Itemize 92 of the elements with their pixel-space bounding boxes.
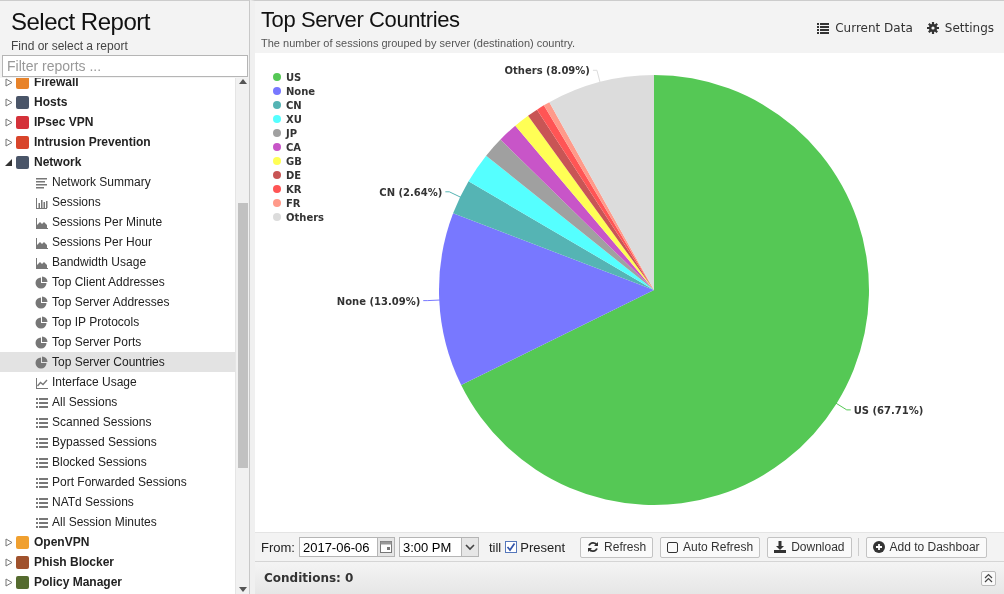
time-field[interactable]: 3:00 PM	[398, 537, 461, 557]
settings-icon	[926, 22, 939, 34]
panel-subtitle: Find or select a report	[11, 39, 128, 53]
legend-label[interactable]: JP	[286, 128, 298, 139]
list-icon	[817, 22, 830, 34]
legend-label[interactable]: CA	[286, 142, 302, 153]
area-chart-icon	[35, 235, 48, 249]
header-button[interactable]: Current Data	[817, 21, 913, 35]
add-icon	[872, 541, 885, 553]
tree-group[interactable]: Firewall	[0, 78, 235, 92]
tree-item[interactable]: Bypassed Sessions	[0, 432, 235, 452]
area-chart-icon	[35, 255, 48, 269]
tree-item[interactable]: Top Server Ports	[0, 332, 235, 352]
pie-chart-icon	[35, 295, 48, 309]
toolbar-button[interactable]: Add to Dashboar	[865, 536, 987, 558]
pie-chart-icon	[35, 335, 48, 349]
tree-item[interactable]: Top Client Addresses	[0, 272, 235, 292]
header-button[interactable]: Settings	[926, 21, 994, 35]
tree-group[interactable]: Phish Blocker	[0, 552, 235, 572]
legend-label[interactable]: GB	[286, 156, 302, 167]
tree-item[interactable]: Blocked Sessions	[0, 452, 235, 472]
tree-item[interactable]: Scanned Sessions	[0, 412, 235, 432]
report-description: The number of sessions grouped by server (destination) country.	[261, 37, 576, 49]
list-icon	[35, 415, 48, 429]
report-title: Top Server Countries	[261, 7, 461, 33]
legend-label[interactable]: XU	[286, 114, 302, 125]
conditions-label: Conditions: 0	[264, 571, 354, 585]
legend-label[interactable]: KR	[286, 184, 302, 195]
pie-chart-icon	[35, 355, 48, 369]
toolbar-button[interactable]: Download	[767, 536, 852, 558]
tree-item[interactable]: Top Server Countries	[0, 352, 235, 372]
toolbar-button[interactable]: Refresh	[580, 536, 654, 558]
tree-item[interactable]: Top IP Protocols	[0, 312, 235, 332]
scrollbar[interactable]	[235, 78, 249, 594]
panel-title: Select Report	[11, 8, 150, 36]
tree-item[interactable]: Sessions Per Minute	[0, 212, 235, 232]
legend-label[interactable]: US	[286, 72, 302, 83]
slice-label: None (13.09%)	[336, 295, 421, 307]
tree-group[interactable]: Network	[0, 152, 235, 172]
leader-line	[834, 402, 852, 411]
list-icon	[35, 395, 48, 409]
checkbox-label: Present	[520, 539, 566, 555]
tree-group[interactable]: OpenVPN	[0, 532, 235, 552]
double-chevron-icon	[984, 573, 993, 583]
calendar-icon	[379, 541, 392, 553]
refresh-icon	[587, 541, 600, 553]
checkbox[interactable]	[505, 541, 518, 553]
scroll-down-icon	[237, 584, 248, 594]
legend-label[interactable]: DE	[286, 170, 302, 181]
legend-label[interactable]: FR	[286, 198, 301, 209]
tree-item[interactable]: All Session Minutes	[0, 512, 235, 532]
tree-group[interactable]: Policy Manager	[0, 572, 235, 592]
till-label: till	[488, 539, 502, 555]
list-icon	[35, 455, 48, 469]
toolbar-button[interactable]: Auto Refresh	[660, 536, 761, 558]
tree-item[interactable]: Top Server Addresses	[0, 292, 235, 312]
legend-label[interactable]: None	[286, 86, 316, 97]
list-icon	[35, 435, 48, 449]
tree-item[interactable]: Bandwidth Usage	[0, 252, 235, 272]
slice-label: US (67.71%)	[853, 404, 924, 416]
slice-label: Others (8.09%)	[504, 65, 590, 77]
tree-group[interactable]: Intrusion Prevention	[0, 132, 235, 152]
tree-item[interactable]: Port Forwarded Sessions	[0, 472, 235, 492]
tree-item[interactable]: Network Summary	[0, 172, 235, 192]
pie-chart-icon	[35, 275, 48, 289]
area-chart-icon	[35, 215, 48, 229]
tree-item[interactable]: NATd Sessions	[0, 492, 235, 512]
tree-item[interactable]: Sessions Per Hour	[0, 232, 235, 252]
from-label: From:	[261, 539, 295, 555]
tree-item[interactable]: Sessions	[0, 192, 235, 212]
leader-line	[444, 191, 463, 199]
tree-group[interactable]: Hosts	[0, 92, 235, 112]
bar-chart-icon	[35, 195, 48, 209]
line-chart-icon	[35, 375, 48, 389]
download-icon	[774, 541, 787, 553]
slice-label: CN (2.64%)	[379, 186, 443, 198]
pie-chart-icon	[35, 315, 48, 329]
dropdown-icon	[464, 543, 475, 551]
lines-icon	[35, 175, 48, 189]
filter-field[interactable]: Filter reports ...	[2, 55, 248, 77]
collapse-button[interactable]	[981, 570, 996, 586]
leader-line	[592, 69, 601, 85]
list-icon	[35, 515, 48, 529]
leader-line	[422, 299, 442, 302]
tree-group[interactable]: IPsec VPN	[0, 112, 235, 132]
legend-label[interactable]: Others	[286, 212, 325, 223]
list-icon	[35, 495, 48, 509]
tree-item[interactable]: Interface Usage	[0, 372, 235, 392]
date-field[interactable]: 2017-06-06	[298, 537, 377, 557]
list-icon	[35, 475, 48, 489]
tree-item[interactable]: All Sessions	[0, 392, 235, 412]
legend-label[interactable]: CN	[286, 100, 302, 111]
